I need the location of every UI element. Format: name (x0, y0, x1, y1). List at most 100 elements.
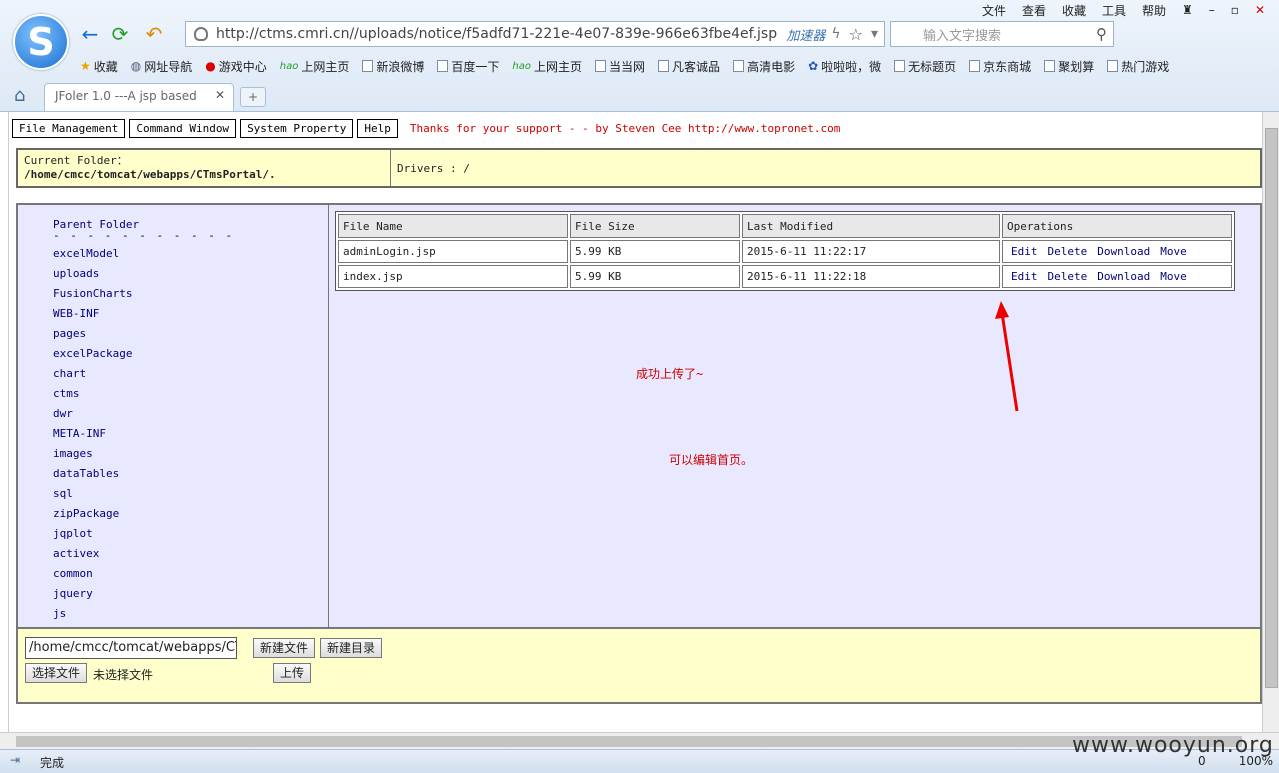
table-row: adminLogin.jsp 5.99 KB 2015-6-11 11:22:1… (338, 240, 1232, 263)
current-folder-panel: Current Folder： /home/cmcc/tomcat/webapp… (16, 148, 1262, 188)
choose-file-button[interactable]: 选择文件 (25, 663, 88, 683)
bookmark-item[interactable]: 无标题页 (894, 58, 956, 75)
new-dir-button[interactable]: 新建目录 (320, 638, 383, 658)
close-icon[interactable]: ✕ (1249, 3, 1271, 17)
page-content: File Management Command Window System Pr… (8, 112, 1262, 732)
folder-link[interactable]: excelPackage (53, 344, 328, 364)
delete-link[interactable]: Delete (1048, 245, 1088, 258)
scroll-thumb[interactable] (1265, 128, 1278, 688)
new-tab-button[interactable]: + (240, 87, 266, 107)
folder-link[interactable]: sql (53, 484, 328, 504)
shirt-icon[interactable]: ♜ (1176, 3, 1199, 17)
bookmark-item[interactable]: 当当网 (595, 58, 645, 75)
bookmark-item[interactable]: ◍ 网址导航 (131, 58, 193, 75)
page-icon (362, 60, 374, 72)
tab-strip: ⌂ JFoler 1.0 ---A jsp based ✕ + (0, 83, 1279, 111)
col-file-size: File Size (570, 214, 740, 238)
search-input[interactable]: 输入文字搜索 ⚲ (890, 21, 1114, 47)
home-icon[interactable]: ⌂ (14, 85, 25, 106)
page-icon (1107, 60, 1119, 72)
favorites-star-icon: ★ (80, 59, 91, 73)
accelerator-label[interactable]: 加速器 (786, 25, 831, 44)
star-icon[interactable]: ☆ (849, 25, 871, 44)
page-icon (969, 60, 981, 72)
search-icon[interactable]: ⚲ (1096, 25, 1113, 43)
bookmark-item[interactable]: hao 上网主页 (280, 58, 350, 75)
hao-icon: hao (512, 60, 532, 72)
refresh-icon[interactable]: ⟳ (108, 22, 132, 46)
menu-command-window[interactable]: Command Window (129, 119, 237, 138)
menu-help[interactable]: 帮助 (1136, 2, 1172, 19)
folder-link[interactable]: WEB-INF (53, 304, 328, 324)
folder-link[interactable]: FusionCharts (53, 284, 328, 304)
vertical-scrollbar[interactable] (1262, 112, 1279, 732)
menu-file-management[interactable]: File Management (12, 119, 126, 138)
folder-link[interactable]: common (53, 564, 328, 584)
folder-link[interactable]: images (53, 444, 328, 464)
bookmark-item[interactable]: ✿ 啦啦啦，微 (808, 58, 881, 75)
folder-link[interactable]: jquery (53, 584, 328, 604)
bookmark-item[interactable]: 凡客诚品 (658, 58, 720, 75)
folder-link[interactable]: ctms (53, 384, 328, 404)
bookmark-item[interactable]: 百度一下 (437, 58, 499, 75)
address-bar[interactable]: http://ctms.cmri.cn//uploads/notice/f5ad… (185, 21, 885, 47)
scroll-thumb[interactable] (16, 736, 1242, 747)
bookmark-item[interactable]: ★ 收藏 (80, 58, 118, 75)
menu-file[interactable]: 文件 (976, 2, 1012, 19)
download-link[interactable]: Download (1097, 270, 1150, 283)
delete-link[interactable]: Delete (1048, 270, 1088, 283)
minimize-icon[interactable]: – (1203, 3, 1221, 17)
new-file-button[interactable]: 新建文件 (253, 638, 316, 658)
folder-link[interactable]: activex (53, 544, 328, 564)
move-link[interactable]: Move (1160, 270, 1187, 283)
edit-link[interactable]: Edit (1011, 270, 1038, 283)
note-upload-success: 成功上传了~ (636, 367, 704, 381)
hao-icon: hao (279, 60, 299, 72)
bookmark-item[interactable]: 新浪微博 (362, 58, 424, 75)
move-link[interactable]: Move (1160, 245, 1187, 258)
menu-help-app[interactable]: Help (357, 119, 398, 138)
page-icon (733, 60, 745, 72)
tab-title: JFoler 1.0 ---A jsp based (55, 89, 197, 103)
folder-link[interactable]: dataTables (53, 464, 328, 484)
file-modified: 2015-6-11 11:22:18 (742, 265, 1000, 288)
bookmark-item[interactable]: 高清电影 (733, 58, 795, 75)
undo-icon[interactable]: ↶ (142, 22, 166, 46)
tab-active[interactable]: JFoler 1.0 ---A jsp based ✕ (44, 83, 234, 111)
folder-link[interactable]: excelModel (53, 244, 328, 264)
back-icon[interactable]: ← (78, 22, 102, 46)
target-path-input[interactable]: /home/cmcc/tomcat/webapps/CTmsP (25, 637, 237, 659)
folder-link[interactable]: jqplot (53, 524, 328, 544)
file-pane: File Name File Size Last Modified Operat… (329, 205, 1260, 627)
edit-link[interactable]: Edit (1011, 245, 1038, 258)
tab-close-icon[interactable]: ✕ (215, 88, 225, 102)
search-placeholder: 输入文字搜索 (923, 28, 1002, 44)
folder-link[interactable]: uploads (53, 264, 328, 284)
dropdown-icon[interactable]: ▾ (871, 26, 884, 42)
menu-favorites[interactable]: 收藏 (1056, 2, 1092, 19)
download-link[interactable]: Download (1097, 245, 1150, 258)
lightning-icon[interactable]: ϟ (831, 26, 848, 42)
bookmark-item[interactable]: 京东商城 (969, 58, 1031, 75)
page-icon (894, 60, 906, 72)
bookmark-item[interactable]: 热门游戏 (1107, 58, 1169, 75)
menu-tools[interactable]: 工具 (1096, 2, 1132, 19)
folder-link[interactable]: dwr (53, 404, 328, 424)
col-file-name: File Name (338, 214, 568, 238)
arrow-head (995, 301, 1009, 319)
restore-icon[interactable]: ▫ (1225, 3, 1245, 17)
menu-system-property[interactable]: System Property (240, 119, 354, 138)
folder-link[interactable]: chart (53, 364, 328, 384)
folder-link[interactable]: js (53, 604, 328, 624)
folder-link[interactable]: zipPackage (53, 504, 328, 524)
bookmark-item[interactable]: ● 游戏中心 (205, 58, 267, 75)
upload-button[interactable]: 上传 (273, 663, 312, 683)
folder-link[interactable]: pages (53, 324, 328, 344)
menu-view[interactable]: 查看 (1016, 2, 1052, 19)
paw-icon: ✿ (808, 59, 819, 73)
bookmark-item[interactable]: hao 上网主页 (512, 58, 582, 75)
folder-link[interactable]: META-INF (53, 424, 328, 444)
bookmark-item[interactable]: 聚划算 (1044, 58, 1094, 75)
sidebar-toggle-icon[interactable]: ⇥ (10, 753, 20, 767)
arrow-shaft (1000, 312, 1019, 412)
